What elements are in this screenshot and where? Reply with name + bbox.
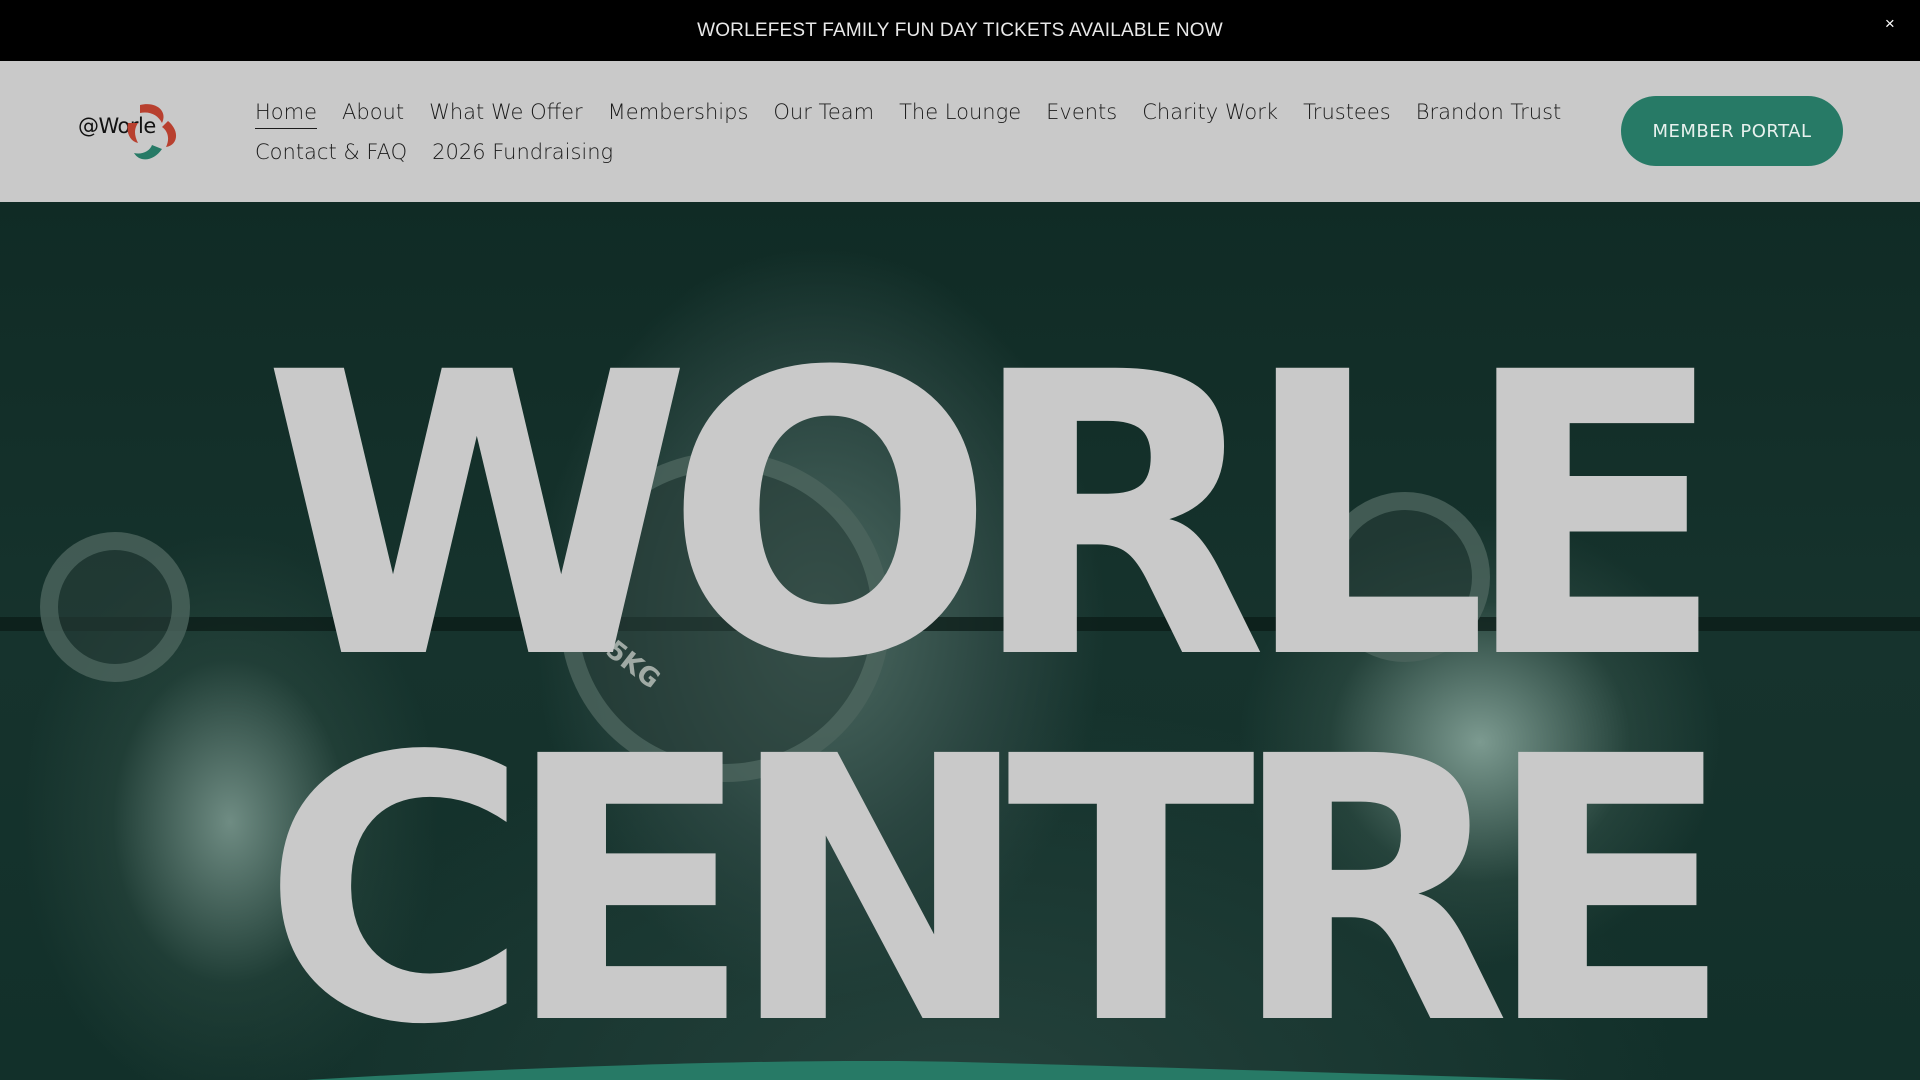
site-header: @Worle Home About What We Offer Membersh… [0,61,1920,202]
nav-item-about[interactable]: About [342,100,404,128]
nav-item-home[interactable]: Home [255,100,318,129]
hero-title-line-2: CENTRE [262,680,1734,1080]
nav-item-memberships[interactable]: Memberships [608,100,749,128]
announcement-bar: WORLEFEST FAMILY FUN DAY TICKETS AVAILAB… [0,0,1920,61]
nav-item-2026-fundraising[interactable]: 2026 Fundraising [432,140,613,168]
nav-item-our-team[interactable]: Our Team [773,100,874,128]
site-logo[interactable]: @Worle [78,101,182,165]
main-nav: Home About What We Offer Memberships Our… [255,94,1561,174]
green-wave-shape [306,1061,1568,1080]
nav-item-trustees[interactable]: Trustees [1303,100,1391,128]
logo-swirl-icon [127,104,177,160]
nav-item-events[interactable]: Events [1046,100,1117,128]
announcement-text[interactable]: WORLEFEST FAMILY FUN DAY TICKETS AVAILAB… [697,20,1223,42]
nav-row-1: Home About What We Offer Memberships Our… [255,94,1561,134]
weight-plate-left [40,532,190,682]
nav-item-the-lounge[interactable]: The Lounge [899,100,1021,128]
hero-title-line-1: WORLE [262,290,1727,744]
nav-row-2: Contact & FAQ 2026 Fundraising [255,134,1555,174]
nav-item-contact-faq[interactable]: Contact & FAQ [255,140,407,168]
close-icon[interactable]: × [1878,12,1902,36]
nav-item-brandon-trust[interactable]: Brandon Trust [1416,100,1562,128]
hero-section: 5KG WORLE CENTRE [0,202,1920,1080]
nav-item-what-we-offer[interactable]: What We Offer [429,100,583,128]
member-portal-button[interactable]: MEMBER PORTAL [1621,96,1843,166]
nav-item-charity-work[interactable]: Charity Work [1142,100,1278,128]
